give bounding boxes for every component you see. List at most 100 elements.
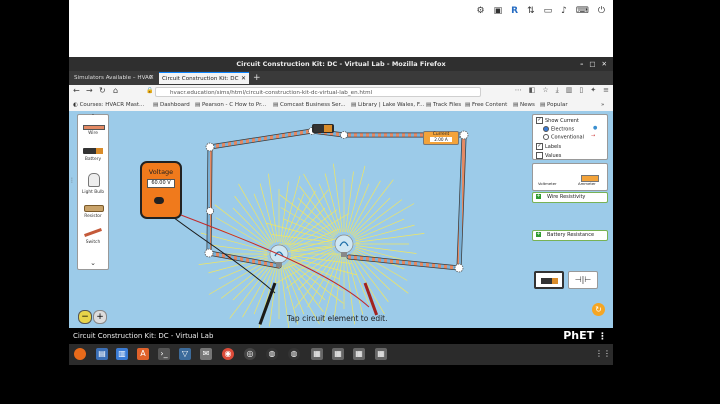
toolbox-handle-icon[interactable]: ⋮ — [69, 177, 75, 185]
downloads-icon[interactable]: ⤓ — [556, 86, 559, 95]
bookmark-item[interactable]: ▤ Track Files — [426, 99, 461, 111]
battery-resistance-button[interactable]: + Battery Resistance — [532, 230, 608, 241]
bookmark-item[interactable]: ▤ Free Content — [465, 99, 507, 111]
camera-icon[interactable]: ◎ — [244, 348, 256, 360]
black-probe — [258, 282, 277, 325]
library-icon[interactable]: ▥ — [566, 86, 573, 95]
mail-icon[interactable]: ✉ — [200, 348, 212, 360]
writer-icon[interactable]: ▤ — [96, 348, 108, 360]
bookmark-star-icon[interactable]: ☆ — [542, 86, 548, 95]
terminal-icon[interactable]: ›_ — [158, 348, 170, 360]
bookmark-item[interactable]: ▤ Library | Lake Wales, F... — [351, 99, 424, 111]
lifelike-view-button[interactable] — [534, 271, 564, 289]
tab-circuit-kit[interactable]: Circuit Construction Kit: DC ✕ — [159, 72, 249, 84]
scroll-up-icon[interactable]: ⌃ — [78, 114, 108, 119]
bookmark-item[interactable]: ◐ Courses: HVACR Mast... — [73, 99, 144, 111]
power-icon[interactable]: ⏻ — [598, 6, 605, 16]
back-icon[interactable]: ← — [73, 86, 80, 95]
schematic-view-button[interactable]: ⊣|⊢ — [568, 271, 598, 289]
electrons-radio[interactable]: Electrons — [543, 126, 574, 133]
bookmark-item[interactable]: ▤ Comcast Business Ser... — [273, 99, 346, 111]
zoom-in-button[interactable]: + — [93, 310, 107, 324]
bookmark-item[interactable]: ▤ News — [513, 99, 535, 111]
simulation-canvas[interactable]: ⌃ Wire Battery Light Bulb Resistor Switc… — [69, 111, 613, 328]
system-bar: ⚙ ▣ R ⇅ ▭ ♪ ⌨ ⏻ — [69, 0, 613, 55]
bookmark-item[interactable]: ▤ Dashboard — [153, 99, 190, 111]
home-icon[interactable]: ⌂ — [113, 86, 118, 95]
network-icon[interactable]: ⇅ — [527, 6, 535, 16]
light-ray — [208, 259, 269, 295]
pocket-icon[interactable]: ◧ — [529, 86, 536, 95]
url-bar[interactable]: hvacr.education/sims/html/circuit-constr… — [155, 87, 481, 97]
close-tab-icon[interactable]: ✕ — [149, 72, 154, 84]
light-ray — [283, 264, 305, 315]
wire-resistivity-button[interactable]: + Wire Resistivity — [532, 192, 608, 203]
bookmark-item[interactable]: ▤ Popular — [540, 99, 568, 111]
lock-icon[interactable]: 🔒 — [146, 87, 153, 94]
app-icon-3[interactable]: ▦ — [353, 348, 365, 360]
close-tab-icon[interactable]: ✕ — [241, 73, 246, 84]
light-ray — [220, 261, 270, 299]
sim-footer: Circuit Construction Kit: DC - Virtual L… — [69, 328, 613, 344]
software-center-icon[interactable]: A — [137, 348, 149, 360]
settings-icon[interactable]: ⚙ — [477, 6, 485, 16]
resistor-icon[interactable] — [84, 205, 104, 212]
battery-icon[interactable] — [83, 148, 103, 154]
values-checkbox[interactable]: Values — [536, 152, 561, 159]
screenshot-icon[interactable]: ▣ — [494, 6, 503, 16]
zoom-out-button[interactable]: − — [78, 310, 92, 324]
reset-all-button[interactable]: ↻ — [592, 303, 605, 316]
light-ray — [297, 197, 336, 236]
reload-icon[interactable]: ↻ — [99, 86, 106, 95]
minimize-icon[interactable]: – — [580, 57, 583, 71]
extensions-icon[interactable]: ✦ — [590, 86, 596, 95]
voltmeter[interactable]: Voltage 60.00 V — [140, 161, 182, 219]
phet-logo[interactable]: PhET ⋮ — [563, 328, 607, 345]
light-ray — [297, 252, 336, 291]
switch-icon[interactable] — [84, 228, 102, 237]
keyboard-icon[interactable]: ⌨ — [576, 6, 589, 16]
bookmarks-overflow-icon[interactable]: » — [601, 99, 604, 111]
show-current-checkbox[interactable]: ✓ Show Current — [536, 117, 579, 124]
tab-simulators[interactable]: Simulators Available – HVAC ✕ — [71, 72, 157, 84]
wire-icon[interactable] — [83, 125, 105, 130]
firefox-icon[interactable] — [74, 348, 86, 360]
app-icon-4[interactable]: ▦ — [375, 348, 387, 360]
menu-icon[interactable]: ≡ — [603, 86, 609, 95]
light-ray — [238, 183, 274, 244]
conventional-radio[interactable]: Conventional — [543, 134, 584, 141]
system-tray: ⚙ ▣ R ⇅ ▭ ♪ ⌨ ⏻ — [477, 6, 605, 16]
zoom-in-icon: + — [96, 312, 104, 322]
display-icon[interactable]: ▭ — [544, 6, 553, 16]
more-actions-icon[interactable]: ⋯ — [515, 86, 522, 95]
light-bulb-icon[interactable] — [88, 173, 100, 187]
ammeter-reading: 2.00 A — [430, 137, 452, 142]
bulb-light-rays — [198, 163, 425, 328]
bookmark-item[interactable]: ▤ Pearson - C How to Pr... — [195, 99, 266, 111]
app-grid-icon[interactable]: ⋮⋮ — [595, 348, 611, 360]
obs-icon[interactable]: ◍ — [266, 348, 278, 360]
r-icon[interactable]: R — [511, 6, 518, 16]
sidebar-icon[interactable]: ▯ — [579, 86, 583, 95]
app-icon-2[interactable]: ▦ — [332, 348, 344, 360]
url-text: hvacr.education/sims/html/circuit-constr… — [170, 90, 373, 96]
ammeter[interactable]: Current 2.00 A — [423, 131, 459, 145]
navigation-bar: ← → ↻ ⌂ 🔒 hvacr.education/sims/html/circ… — [69, 85, 613, 100]
tab-label: Simulators Available – HVAC — [74, 75, 153, 81]
radio-icon — [543, 126, 549, 132]
voltmeter-tool-icon[interactable] — [543, 168, 557, 178]
obs-studio-icon[interactable]: ◍ — [288, 348, 300, 360]
new-tab-icon[interactable]: + — [253, 71, 261, 85]
scroll-down-icon[interactable]: ⌄ — [78, 259, 108, 267]
forward-icon[interactable]: → — [86, 86, 93, 95]
files-icon[interactable]: ▥ — [116, 348, 128, 360]
volume-icon[interactable]: ♪ — [561, 6, 567, 16]
toolbox-label-light-bulb: Light Bulb — [81, 190, 105, 195]
maximize-icon[interactable]: □ — [589, 57, 595, 71]
virtualbox-icon[interactable]: ▽ — [179, 348, 191, 360]
close-icon[interactable]: ✕ — [602, 57, 607, 71]
labels-checkbox[interactable]: ✓ Labels — [536, 143, 561, 150]
app-icon-1[interactable]: ▦ — [311, 348, 323, 360]
toolbox-label-resistor: Resistor — [84, 214, 102, 219]
chrome-icon[interactable]: ◉ — [222, 348, 234, 360]
